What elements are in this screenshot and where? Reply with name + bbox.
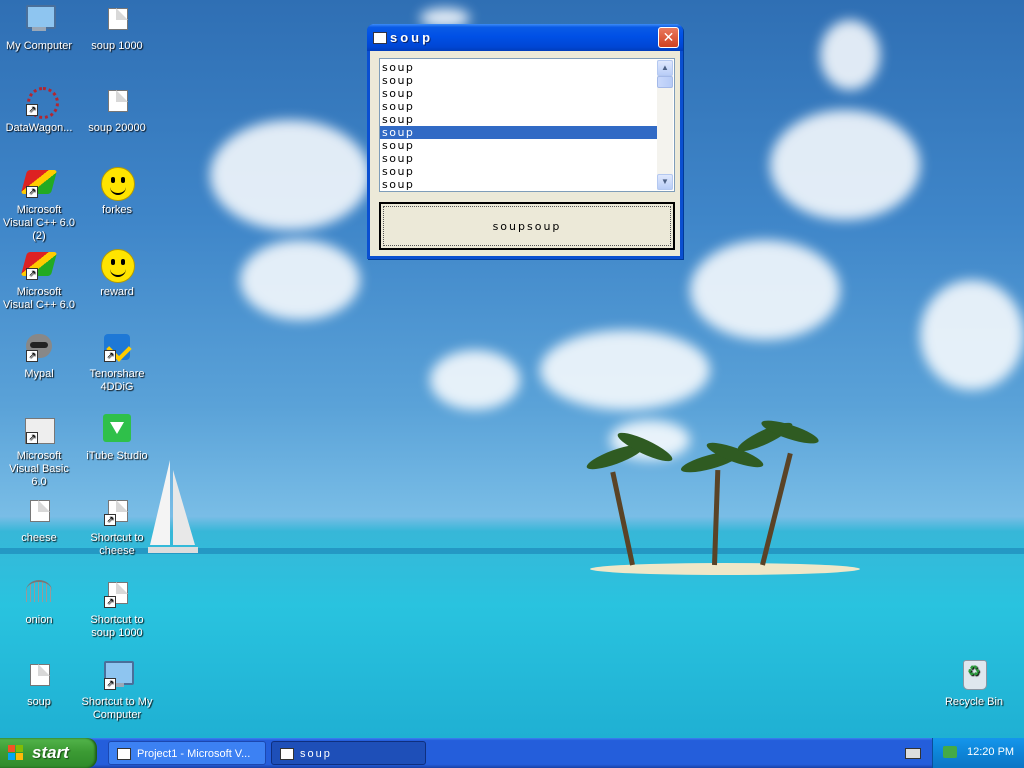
- desktop-icon-my-computer[interactable]: My Computer: [0, 2, 78, 53]
- cloud-decoration: [240, 240, 360, 320]
- desktop-icon-shortcut-cheese[interactable]: ↗ Shortcut to cheese: [78, 494, 156, 558]
- desktop-icon-onion[interactable]: onion: [0, 576, 78, 627]
- list-item[interactable]: soup: [380, 165, 657, 178]
- taskbar: start Project1 - Microsoft V... soup 12:…: [0, 738, 1024, 768]
- list-scrollbar[interactable]: ▲ ▼: [657, 60, 673, 190]
- desktop-icon-forkes[interactable]: forkes: [78, 166, 156, 217]
- close-icon: ✕: [662, 29, 675, 45]
- desktop-icon-msvc6[interactable]: ↗ Microsoft Visual C++ 6.0: [0, 248, 78, 312]
- document-shortcut-icon: ↗: [100, 576, 134, 610]
- scroll-down-button[interactable]: ▼: [657, 174, 673, 190]
- cloud-decoration: [820, 20, 880, 90]
- keyboard-icon[interactable]: [905, 748, 921, 759]
- list-item[interactable]: soup: [380, 100, 657, 113]
- document-shortcut-icon: ↗: [100, 494, 134, 528]
- datawagon-icon: ↗: [22, 84, 59, 119]
- scroll-up-button[interactable]: ▲: [657, 60, 673, 76]
- visual-cpp-icon: ↗: [20, 248, 58, 282]
- dialog-title-bar[interactable]: soup ✕: [367, 24, 683, 51]
- itube-download-icon: [100, 412, 134, 446]
- desktop-icon-datawagon[interactable]: ↗ DataWagon...: [0, 84, 78, 135]
- dialog-title: soup: [390, 30, 434, 45]
- soupsoup-button[interactable]: soupsoup: [379, 202, 675, 250]
- desktop-icon-recycle-bin[interactable]: Recycle Bin: [935, 658, 1013, 709]
- document-icon: [22, 658, 56, 692]
- start-button[interactable]: start: [0, 738, 97, 768]
- computer-shortcut-icon: ↗: [100, 658, 134, 692]
- desktop-icon-msvc6-2[interactable]: ↗ Microsoft Visual C++ 6.0 (2): [0, 166, 78, 243]
- taskbar-item-soup[interactable]: soup: [271, 741, 426, 765]
- desktop-icon-reward[interactable]: reward: [78, 248, 156, 299]
- cloud-decoration: [770, 110, 920, 220]
- visual-basic-icon: ↗: [22, 412, 56, 446]
- recycle-bin-icon: [957, 658, 991, 692]
- list-item[interactable]: soup: [380, 178, 657, 191]
- cloud-decoration: [210, 120, 370, 230]
- desktop-icon-cheese[interactable]: cheese: [0, 494, 78, 545]
- cloud-decoration: [430, 350, 520, 410]
- document-icon: [100, 84, 134, 118]
- chevron-down-icon: ▼: [661, 177, 669, 186]
- smiley-icon: [100, 166, 135, 201]
- list-item[interactable]: soup: [380, 126, 657, 139]
- soupsoup-button-label: soupsoup: [492, 219, 562, 233]
- list-item[interactable]: soup: [380, 74, 657, 87]
- list-item[interactable]: soup: [380, 61, 657, 74]
- taskbar-item-project1[interactable]: Project1 - Microsoft V...: [108, 741, 266, 765]
- scrollbar-thumb[interactable]: [657, 76, 673, 88]
- windows-logo-icon: [8, 745, 24, 761]
- desktop-icon-tenorshare[interactable]: ↗ Tenorshare 4DDiG: [78, 330, 156, 394]
- list-item[interactable]: soup: [380, 87, 657, 100]
- list-item[interactable]: soup: [380, 152, 657, 165]
- system-tray: 12:20 PM: [932, 738, 1024, 768]
- close-button[interactable]: ✕: [658, 27, 679, 48]
- network-icon[interactable]: [943, 746, 957, 758]
- visual-cpp-icon: ↗: [20, 166, 58, 200]
- document-icon: [100, 2, 134, 36]
- desktop-icon-soup[interactable]: soup: [0, 658, 78, 709]
- taskbar-item-label: Project1 - Microsoft V...: [137, 748, 251, 760]
- desktop-background[interactable]: My Computer ↗ DataWagon... ↗ Microsoft V…: [0, 0, 1024, 738]
- cloud-decoration: [690, 240, 840, 340]
- window-app-icon[interactable]: [373, 32, 387, 44]
- tenorshare-icon: ↗: [100, 330, 134, 364]
- document-icon: [22, 494, 56, 528]
- desktop-icon-mypal[interactable]: ↗ Mypal: [0, 330, 78, 381]
- list-item[interactable]: soup: [380, 139, 657, 152]
- desktop-icon-itube[interactable]: iTube Studio: [78, 412, 156, 463]
- chevron-up-icon: ▲: [661, 63, 669, 72]
- taskbar-item-label: soup: [300, 748, 332, 760]
- desktop-icon-soup-20000[interactable]: soup 20000: [78, 84, 156, 135]
- smiley-icon: [100, 248, 135, 283]
- cloud-decoration: [920, 280, 1024, 390]
- soup-listbox[interactable]: soup soup soup soup soup soup soup soup …: [379, 58, 675, 192]
- raccoon-icon: ↗: [22, 330, 56, 364]
- visual-basic-icon: [117, 748, 131, 760]
- desktop-icon-soup-1000[interactable]: soup 1000: [78, 2, 156, 53]
- computer-icon: [22, 2, 56, 36]
- soup-list: soup soup soup soup soup soup soup soup …: [380, 59, 657, 191]
- start-label: start: [32, 743, 69, 762]
- window-app-icon: [280, 748, 294, 760]
- onion-icon: [22, 576, 56, 610]
- cloud-decoration: [540, 330, 710, 410]
- soup-dialog-window[interactable]: soup ✕ soup soup soup soup soup soup sou…: [367, 24, 683, 259]
- desktop-icon-msvb6[interactable]: ↗ Microsoft Visual Basic 6.0: [0, 412, 78, 489]
- desktop-icon-shortcut-soup1000[interactable]: ↗ Shortcut to soup 1000: [78, 576, 156, 640]
- list-item[interactable]: soup: [380, 113, 657, 126]
- desktop-icon-shortcut-mycomputer[interactable]: ↗ Shortcut to My Computer: [78, 658, 156, 722]
- clock[interactable]: 12:20 PM: [967, 746, 1014, 758]
